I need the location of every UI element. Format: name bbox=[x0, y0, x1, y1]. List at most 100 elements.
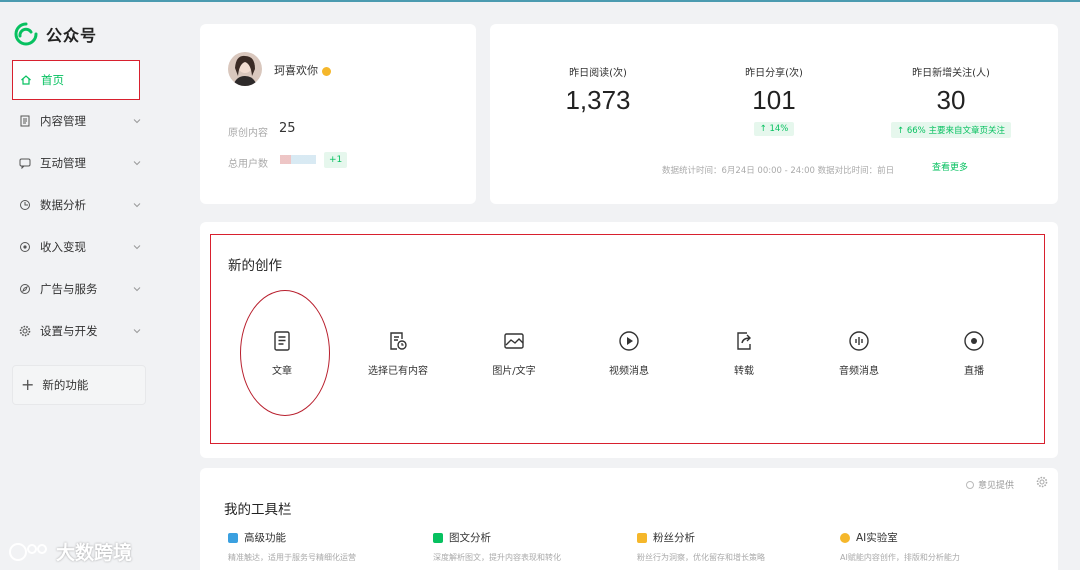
stat-label: 昨日分享(次) bbox=[745, 68, 803, 79]
sidebar-item-label: 互动管理 bbox=[40, 156, 86, 170]
stat-change-badge: ↑ 14% bbox=[753, 122, 795, 136]
plus-icon: + bbox=[21, 375, 35, 394]
stat-shares: 昨日分享(次) 101 ↑ 14% bbox=[694, 64, 854, 136]
video-message-button[interactable]: 视频消息 bbox=[574, 330, 684, 377]
repost-icon bbox=[737, 332, 751, 350]
home-icon bbox=[19, 73, 33, 87]
top-accent-line bbox=[0, 0, 1080, 2]
new-feature-button[interactable]: + 新的功能 bbox=[12, 365, 146, 405]
target-icon bbox=[18, 240, 32, 254]
toolbar-item-article-analysis[interactable]: 图文分析 深度解析图文，提升内容表现和转化 bbox=[433, 530, 633, 563]
feedback-link[interactable]: 意见提供 bbox=[965, 478, 1014, 491]
toolbar-item-title: 粉丝分析 bbox=[653, 532, 695, 544]
sidebar-divider bbox=[12, 358, 148, 359]
toolbar-settings-gear-icon[interactable] bbox=[1036, 476, 1048, 488]
my-toolbar-title: 我的工具栏 bbox=[224, 502, 292, 518]
gear-icon bbox=[18, 324, 32, 338]
stat-change-badge: ↑ 66% 主要来自文章页关注 bbox=[891, 122, 1011, 138]
create-article-button[interactable]: 文章 bbox=[227, 330, 337, 377]
chevron-down-icon[interactable] bbox=[132, 284, 142, 294]
image-text-icon bbox=[504, 333, 524, 349]
tool-label: 图片/文字 bbox=[492, 366, 536, 377]
original-content-value: 25 bbox=[279, 121, 296, 136]
sidebar-item-monetization[interactable]: 收入变现 bbox=[12, 226, 148, 268]
stats-card: 昨日阅读(次) 1,373 昨日分享(次) 101 ↑ 14% 昨日新增关注(人… bbox=[490, 24, 1058, 204]
toolbar-item-title: 图文分析 bbox=[449, 532, 491, 544]
audio-icon bbox=[849, 331, 869, 351]
app-logo[interactable]: 公众号 bbox=[14, 22, 97, 46]
stat-follows: 昨日新增关注(人) 30 ↑ 66% 主要来自文章页关注 bbox=[871, 64, 1031, 138]
sidebar-item-label: 广告与服务 bbox=[40, 282, 98, 296]
sidebar-item-analytics[interactable]: 数据分析 bbox=[12, 184, 148, 226]
article-icon bbox=[274, 331, 290, 351]
stat-label: 昨日新增关注(人) bbox=[912, 68, 990, 79]
original-content-label: 原创内容 bbox=[228, 128, 268, 139]
stat-value: 30 bbox=[936, 85, 966, 115]
select-existing-content-button[interactable]: 选择已有内容 bbox=[343, 330, 453, 377]
tool-label: 直播 bbox=[964, 366, 984, 377]
tool-label: 视频消息 bbox=[609, 366, 649, 377]
sidebar-item-label: 内容管理 bbox=[40, 114, 86, 128]
select-content-icon bbox=[390, 332, 407, 350]
live-icon bbox=[964, 331, 984, 351]
profile-name: 珂喜欢你 bbox=[274, 62, 331, 78]
repost-button[interactable]: 转载 bbox=[689, 330, 799, 377]
toolbar-item-advanced[interactable]: 高级功能 精准触达，适用于服务号精细化运营 bbox=[228, 530, 428, 563]
stat-value: 101 bbox=[752, 85, 796, 115]
avatar[interactable] bbox=[228, 52, 262, 86]
watermark-logo-icon bbox=[9, 542, 47, 561]
chevron-down-icon[interactable] bbox=[132, 326, 142, 336]
video-play-icon bbox=[619, 331, 639, 351]
my-toolbar-card: 我的工具栏 意见提供 高级功能 精准触达，适用于服务号精细化运营 图文分析 深度… bbox=[200, 468, 1058, 570]
see-more-link[interactable]: 查看更多 bbox=[932, 160, 968, 173]
stat-label: 昨日阅读(次) bbox=[569, 68, 627, 79]
document-icon bbox=[18, 114, 32, 128]
toolbar-item-ai-lab[interactable]: AI实验室 AI赋能内容创作，排版和分析能力 bbox=[840, 530, 1040, 563]
feedback-icon bbox=[965, 481, 974, 489]
tool-label: 文章 bbox=[272, 366, 292, 377]
sidebar-item-label: 收入变现 bbox=[40, 240, 86, 254]
app-name: 公众号 bbox=[46, 26, 98, 45]
profile-name-text: 珂喜欢你 bbox=[274, 64, 318, 77]
toolbar-item-desc: 粉丝行为洞察，优化留存和增长策略 bbox=[637, 553, 765, 562]
toolbar-item-desc: AI赋能内容创作，排版和分析能力 bbox=[840, 553, 960, 562]
compass-icon bbox=[18, 282, 32, 296]
toolbar-item-desc: 精准触达，适用于服务号精细化运营 bbox=[228, 553, 356, 562]
live-stream-button[interactable]: 直播 bbox=[919, 330, 1029, 377]
sidebar-item-settings[interactable]: 设置与开发 bbox=[12, 310, 148, 352]
stats-time-note: 数据统计时间：6月24日 00:00 - 24:00 数据对比时间：前日 bbox=[662, 166, 895, 176]
ai-lab-icon bbox=[840, 532, 850, 543]
watermark: 大数跨境 bbox=[8, 538, 132, 565]
feedback-label: 意见提供 bbox=[977, 481, 1014, 491]
chat-icon bbox=[18, 156, 32, 170]
new-creation-title: 新的创作 bbox=[228, 258, 282, 274]
chevron-down-icon[interactable] bbox=[132, 158, 142, 168]
toolbar-item-title: 高级功能 bbox=[244, 532, 286, 544]
chevron-down-icon[interactable] bbox=[132, 200, 142, 210]
chevron-down-icon[interactable] bbox=[132, 242, 142, 252]
sidebar-item-content[interactable]: 内容管理 bbox=[12, 100, 148, 142]
sidebar-item-ads-services[interactable]: 广告与服务 bbox=[12, 268, 148, 310]
advanced-feature-icon bbox=[228, 532, 238, 543]
article-analysis-icon bbox=[433, 532, 443, 543]
new-creation-card: 新的创作 文章 选择已有内容 图片/文字 视频消息 转载 音频消息 直播 bbox=[200, 222, 1058, 458]
chevron-down-icon[interactable] bbox=[132, 116, 142, 126]
tool-label: 选择已有内容 bbox=[368, 366, 428, 377]
new-feature-label: 新的功能 bbox=[42, 378, 89, 392]
sidebar-nav: 首页 内容管理 互动管理 数据分析 收入变现 广告与服务 设置与开发 + 新的功… bbox=[12, 60, 148, 405]
users-change-badge: +1 bbox=[324, 152, 348, 168]
clock-chart-icon bbox=[18, 198, 32, 212]
image-text-button[interactable]: 图片/文字 bbox=[459, 330, 569, 377]
sidebar-item-label: 设置与开发 bbox=[40, 324, 98, 338]
sidebar-item-label: 数据分析 bbox=[40, 198, 86, 212]
sidebar-item-label: 首页 bbox=[41, 73, 64, 87]
total-users-value-blurred bbox=[280, 155, 316, 164]
total-users-label: 总用户数 bbox=[228, 159, 268, 170]
sidebar-item-interaction[interactable]: 互动管理 bbox=[12, 142, 148, 184]
toolbar-item-fan-analysis[interactable]: 粉丝分析 粉丝行为洞察，优化留存和增长策略 bbox=[637, 530, 837, 563]
avatar-image bbox=[228, 52, 262, 86]
audio-message-button[interactable]: 音频消息 bbox=[804, 330, 914, 377]
fan-analysis-icon bbox=[637, 532, 647, 543]
sidebar-item-home[interactable]: 首页 bbox=[12, 60, 140, 100]
toolbar-item-desc: 深度解析图文，提升内容表现和转化 bbox=[433, 553, 561, 562]
